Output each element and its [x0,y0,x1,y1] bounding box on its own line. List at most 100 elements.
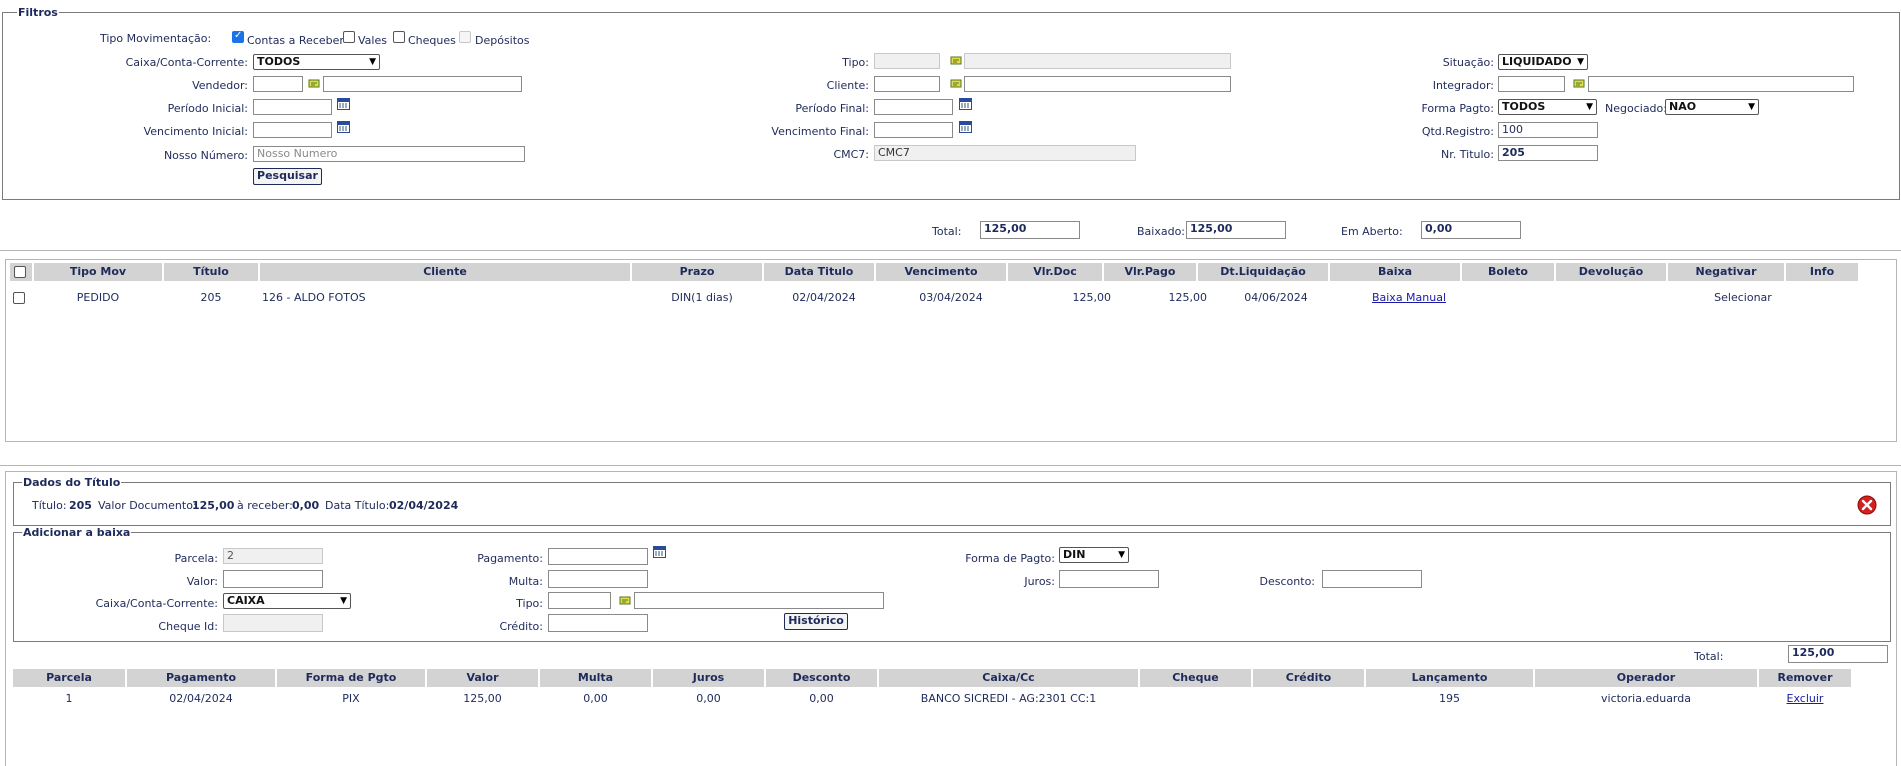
baixa-total-value: 125,00 [1788,645,1888,663]
vencimento-inicial-label: Vencimento Inicial: [143,125,248,138]
caixa-conta-label: Caixa/Conta-Corrente: [125,56,248,69]
cell-data-titulo: 02/04/2024 [792,291,856,304]
cell-negativar[interactable]: Selecionar [1685,290,1801,306]
bheader-parcela: Parcela [13,669,125,687]
close-icon[interactable] [1857,495,1877,515]
vales-checkbox[interactable] [343,31,355,43]
calendar-icon[interactable] [337,98,350,110]
caixa-conta-select[interactable]: TODOS ▼ [253,54,380,70]
valor-input[interactable] [223,570,323,588]
baixa-tipo-name-input[interactable] [634,592,884,609]
nosso-numero-label: Nosso Número: [163,149,248,162]
negociado-label: Negociado: [1605,102,1667,115]
cliente-name-input[interactable] [964,76,1231,92]
header-cliente: Cliente [260,263,630,281]
lookup-hand-icon[interactable] [950,55,963,66]
integrador-name-input[interactable] [1588,76,1854,92]
parcela-label: Parcela: [174,552,218,565]
select-all-checkbox[interactable] [14,266,26,278]
historico-button[interactable]: Histórico [784,613,848,630]
integrador-code-input[interactable] [1498,76,1565,92]
periodo-inicial-input[interactable] [253,99,332,115]
header-devolucao: Devolução [1556,263,1666,281]
tipo-name-input[interactable] [964,53,1231,69]
bheader-credito: Crédito [1253,669,1364,687]
multa-label: Multa: [508,575,543,588]
qtd-registro-label: Qtd.Registro: [1421,125,1494,138]
integrador-label: Integrador: [1432,79,1494,92]
tipo-label: Tipo: [842,56,869,69]
nosso-numero-input[interactable]: Nosso Numero [253,146,525,162]
header-info: Info [1786,263,1858,281]
negociado-select[interactable]: NAO ▼ [1665,99,1759,115]
desconto-label: Desconto: [1259,575,1315,588]
baixa-tipo-code-input[interactable] [548,592,611,609]
juros-input[interactable] [1059,570,1159,588]
bcell-parcela: 1 [65,692,73,705]
bheader-operador: Operador [1535,669,1757,687]
vendedor-name-input[interactable] [323,76,522,92]
bheader-valor: Valor [427,669,538,687]
qtd-registro-input[interactable]: 100 [1498,122,1598,138]
pesquisar-button[interactable]: Pesquisar [253,168,322,185]
titulos-table-panel [5,259,1897,442]
row-checkbox[interactable] [13,292,25,304]
calendar-icon[interactable] [959,98,972,110]
chevron-down-icon: ▼ [1586,102,1593,112]
cell-titulo: 205 [200,291,222,304]
situacao-select[interactable]: LIQUIDADO ▼ [1498,54,1588,70]
calendar-icon[interactable] [337,121,350,133]
cell-tipo-mov: PEDIDO [76,291,120,304]
pagamento-input[interactable] [548,548,648,565]
lookup-hand-icon[interactable] [1573,78,1586,89]
lookup-hand-icon[interactable] [950,78,963,89]
divider [0,250,1901,251]
vencimento-final-input[interactable] [874,122,953,138]
contas-receber-checkbox[interactable] [232,30,244,43]
calendar-icon[interactable] [653,546,666,558]
dt-receber-value: 0,00 [292,499,320,512]
bcell-pagamento: 02/04/2024 [169,692,233,705]
header-select-all [10,263,32,281]
em-aberto-label: Em Aberto: [1341,225,1403,238]
depositos-checkbox[interactable] [459,31,471,43]
multa-input[interactable] [548,570,648,588]
baixa-caixa-select[interactable]: CAIXA ▼ [223,593,351,609]
bheader-pagamento: Pagamento [127,669,275,687]
vencimento-inicial-input[interactable] [253,122,332,138]
nr-titulo-input[interactable]: 205 [1498,145,1598,161]
baixa-forma-pagto-select[interactable]: DIN ▼ [1059,547,1129,563]
forma-pagto-value: TODOS [1502,100,1546,113]
bheader-lancamento: Lançamento [1366,669,1533,687]
total-value: 125,00 [980,221,1080,239]
cheque-id-input[interactable] [223,614,323,632]
desconto-input[interactable] [1322,570,1422,588]
dt-valor-doc-value: 125,00 [192,499,235,512]
chevron-down-icon: ▼ [1118,550,1125,560]
lookup-hand-icon[interactable] [619,595,632,606]
forma-pagto-select[interactable]: TODOS ▼ [1498,99,1597,115]
forma-pagto-label: Forma Pagto: [1421,102,1494,115]
header-vlr-doc: Vlr.Doc [1008,263,1102,281]
cheques-checkbox[interactable] [393,31,405,43]
depositos-label: Depósitos [475,34,530,47]
chevron-down-icon: ▼ [340,596,347,606]
header-tipo-mov: Tipo Mov [34,263,162,281]
header-prazo: Prazo [632,263,762,281]
periodo-final-input[interactable] [874,99,953,115]
parcela-input[interactable]: 2 [223,548,323,564]
baixa-manual-link[interactable]: Baixa Manual [1344,290,1474,306]
vendedor-code-input[interactable] [253,76,303,92]
valor-label: Valor: [186,575,218,588]
calendar-icon[interactable] [959,121,972,133]
dt-data-titulo-label: Data Título: [325,499,390,512]
cliente-code-input[interactable] [874,76,940,92]
excluir-link[interactable]: Excluir [1759,691,1851,707]
cmc7-input[interactable]: CMC7 [874,145,1136,161]
lookup-hand-icon[interactable] [308,78,321,89]
tipo-code-input[interactable] [874,53,940,69]
header-dt-liquidacao: Dt.Liquidação [1198,263,1328,281]
credito-input[interactable] [548,614,648,632]
cell-cliente: 126 - ALDO FOTOS [262,291,366,304]
dt-titulo-label: Título: [32,499,67,512]
